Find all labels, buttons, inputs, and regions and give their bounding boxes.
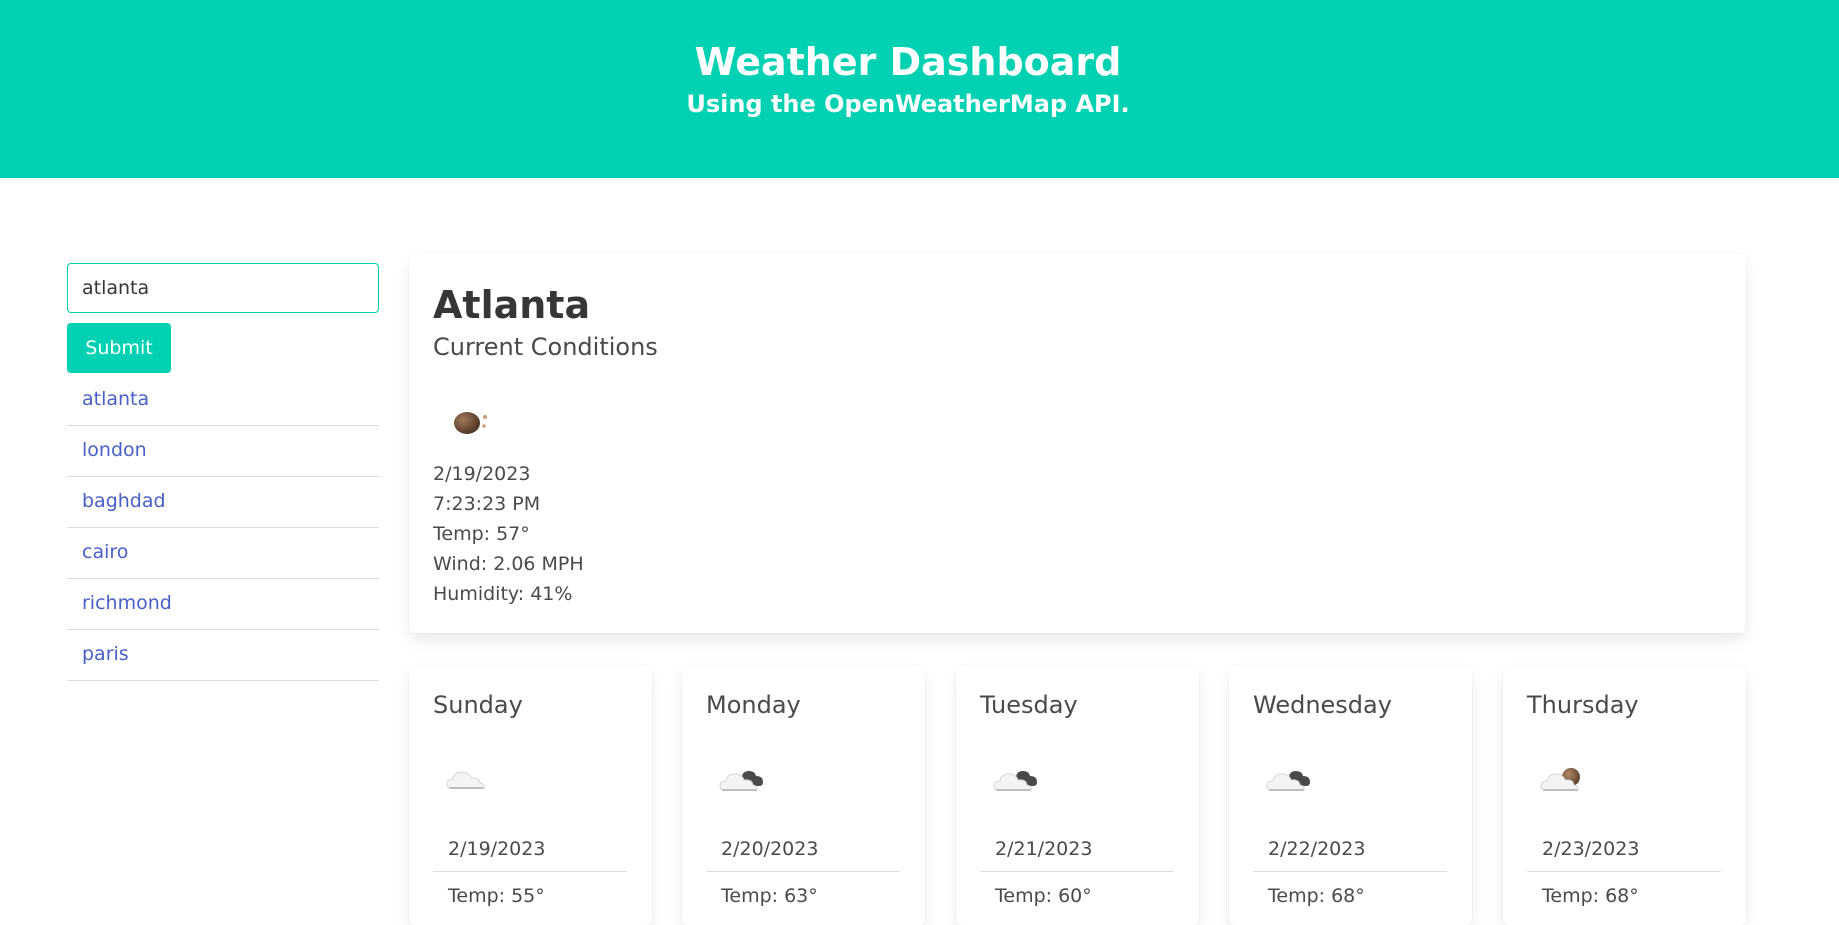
city-search-input[interactable] — [67, 263, 379, 313]
current-date: 2/19/2023 — [433, 463, 531, 485]
forecast-card-wednesday: Wednesday 2/22/2023 Temp: 68° — [1229, 665, 1472, 925]
forecast-date: 2/21/2023 — [980, 834, 1174, 872]
forecast-temp: Temp: 55° — [448, 885, 545, 907]
forecast-date: 2/19/2023 — [433, 834, 627, 872]
forecast-date: 2/23/2023 — [1527, 834, 1721, 872]
dark-clouds-icon — [1266, 771, 1310, 791]
forecast-date: 2/22/2023 — [1253, 834, 1447, 872]
forecast-temp: Temp: 68° — [1542, 885, 1639, 907]
forecast-day: Monday — [706, 691, 801, 719]
forecast-date: 2/20/2023 — [706, 834, 900, 872]
dark-clouds-icon — [719, 771, 763, 791]
current-details: 2/19/2023 7:23:23 PM Temp: 57° Wind: 2.0… — [433, 459, 584, 609]
history-item-richmond[interactable]: richmond — [67, 579, 379, 630]
history-item-baghdad[interactable]: baghdad — [67, 477, 379, 528]
current-conditions-card: Atlanta Current Conditions 2/19/2023 7:2… — [409, 253, 1746, 633]
forecast-temp: Temp: 60° — [995, 885, 1092, 907]
submit-button[interactable]: Submit — [67, 323, 171, 373]
forecast-card-sunday: Sunday 2/19/2023 Temp: 55° — [409, 665, 652, 925]
current-humidity: Humidity: 41% — [433, 583, 573, 605]
current-time: 7:23:23 PM — [433, 493, 541, 515]
forecast-day: Thursday — [1527, 691, 1639, 719]
current-temp: Temp: 57° — [433, 523, 530, 545]
city-name: Atlanta — [433, 283, 591, 327]
forecast-temp: Temp: 63° — [721, 885, 818, 907]
forecast-temp: Temp: 68° — [1268, 885, 1365, 907]
forecast-day: Tuesday — [980, 691, 1078, 719]
forecast-day: Wednesday — [1253, 691, 1392, 719]
night-moon-icon — [454, 412, 488, 434]
cloud-moon-icon — [1540, 768, 1580, 791]
forecast-day: Sunday — [433, 691, 523, 719]
history-item-cairo[interactable]: cairo — [67, 528, 379, 579]
history-item-atlanta[interactable]: atlanta — [67, 375, 379, 426]
forecast-card-monday: Monday 2/20/2023 Temp: 63° — [682, 665, 925, 925]
search-history-list: atlanta london baghdad cairo richmond pa… — [67, 375, 379, 681]
current-wind: Wind: 2.06 MPH — [433, 553, 584, 575]
cloud-icon — [446, 771, 485, 789]
page-subtitle: Using the OpenWeatherMap API. — [686, 90, 1130, 118]
history-item-london[interactable]: london — [67, 426, 379, 477]
hero-header: Weather Dashboard Using the OpenWeatherM… — [0, 0, 1839, 178]
current-conditions-heading: Current Conditions — [433, 333, 658, 361]
history-item-paris[interactable]: paris — [67, 630, 379, 681]
dark-clouds-icon — [993, 771, 1037, 791]
page-title: Weather Dashboard — [694, 40, 1122, 84]
forecast-card-thursday: Thursday 2/23/2023 Temp: 68° — [1503, 665, 1746, 925]
forecast-card-tuesday: Tuesday 2/21/2023 Temp: 60° — [956, 665, 1199, 925]
